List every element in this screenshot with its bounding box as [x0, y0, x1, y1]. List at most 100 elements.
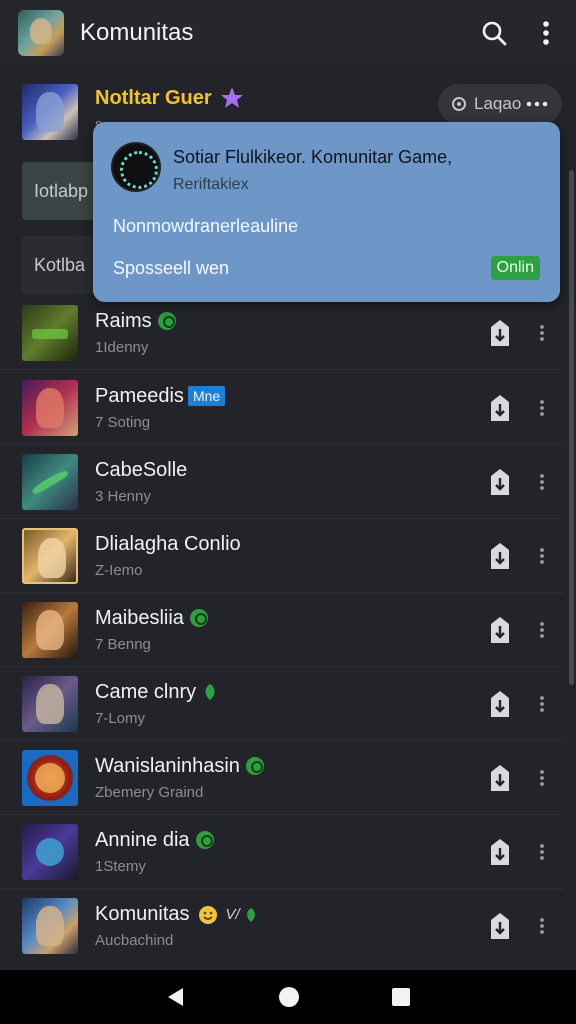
settings-icon [452, 97, 466, 111]
community-sub: 7-Lomy [95, 709, 146, 727]
online-status-badge: Onlin [490, 256, 540, 280]
search-icon [482, 21, 507, 45]
list-item[interactable]: Came clnry 7-Lomy [0, 667, 564, 741]
more-options-button[interactable] [528, 684, 556, 724]
community-thumbnail [22, 453, 78, 510]
join-button[interactable] [480, 684, 520, 724]
join-button[interactable] [480, 313, 520, 353]
community-popup-card[interactable]: Sotiar Flulkikeor. Komunitar Game, Rerif… [93, 122, 560, 302]
more-options-button[interactable] [528, 536, 556, 576]
join-button[interactable] [480, 462, 520, 502]
community-name: Komunitas [95, 903, 190, 925]
list-item[interactable]: Annine dia 1Stemy [0, 815, 564, 889]
page-title: Komunitas [80, 18, 194, 46]
community-name: Maibesliia [95, 606, 184, 629]
more-options-button[interactable] [528, 313, 556, 353]
community-sub: 7 Benng [95, 635, 151, 653]
list-item[interactable]: Pameedis Mne 7 Soting [0, 371, 564, 445]
join-button[interactable] [480, 536, 520, 576]
pill-label: Laqao [474, 94, 522, 113]
scrollbar[interactable] [569, 170, 574, 685]
more-vert-icon [540, 769, 544, 786]
list-item[interactable]: Komunitas V/Aucbachind [0, 889, 564, 963]
list-item[interactable]: Dlialagha Conlio Z-Iemo [0, 519, 564, 593]
verified-icon [189, 609, 208, 627]
verified-icon [157, 312, 176, 330]
bookmark-icon [491, 468, 509, 495]
popup-title: Sotiar Flulkikeor. Komunitar Game, [173, 147, 453, 167]
list-item[interactable]: Raims 1Idenny [0, 296, 564, 370]
community-sub: Aucbachind [95, 932, 174, 949]
community-thumbnail [22, 379, 78, 436]
more-vert-icon [540, 621, 544, 638]
community-thumbnail [22, 898, 78, 954]
verified-icon [245, 757, 264, 775]
join-button[interactable] [480, 758, 520, 798]
more-vert-icon [543, 20, 549, 45]
more-vert-icon [540, 695, 544, 712]
community-name: Notltar Guer [95, 86, 212, 109]
more-vert-icon [540, 918, 544, 934]
community-sub: 1Idenny [95, 338, 149, 356]
join-button[interactable] [480, 388, 520, 428]
community-name: Iotlabp [34, 180, 89, 201]
community-thumbnail [22, 527, 78, 584]
more-options-button[interactable] [528, 758, 556, 798]
home-icon[interactable] [278, 986, 300, 1008]
popup-footer: Sposseell wen [113, 258, 230, 278]
more-options-button[interactable] [528, 388, 556, 428]
list-item[interactable]: CabeSolle 3 Henny [0, 445, 564, 519]
bookmark-icon [491, 542, 509, 569]
community-thumbnail [22, 823, 78, 880]
more-options-button[interactable] [528, 906, 556, 946]
join-button[interactable] [480, 610, 520, 650]
verified-icon [195, 831, 214, 849]
community-thumbnail [22, 84, 78, 140]
community-thumbnail [22, 304, 78, 361]
tag-text: V/ [225, 906, 240, 923]
popup-description: Nonmowdranerleauline [113, 216, 299, 236]
avatar[interactable] [18, 9, 64, 56]
community-sub: Zbemery Graind [95, 783, 204, 801]
list-item[interactable]: Kotlba [22, 236, 102, 294]
community-logo [111, 142, 161, 192]
star-icon [220, 87, 243, 108]
search-button[interactable] [468, 7, 520, 59]
join-button[interactable] [480, 832, 520, 872]
recents-icon[interactable] [391, 987, 411, 1007]
community-sub: Z-Iemo [95, 561, 143, 579]
leaf-icon [246, 907, 255, 922]
community-name: Wanislaninhasin [95, 754, 240, 777]
more-vert-icon [540, 473, 544, 490]
list-item[interactable]: Wanislaninhasin Zbemery Graind [0, 741, 564, 815]
community-thumbnail [22, 749, 78, 806]
more-options-button[interactable] [528, 462, 556, 502]
more-horiz-icon [526, 101, 548, 107]
community-thumbnail [22, 675, 78, 732]
community-name: Raims [95, 309, 152, 332]
more-vert-icon [540, 324, 544, 341]
community-name: Dlialagha Conlio [95, 532, 241, 555]
popup-subtitle: Reriftakiex [173, 176, 249, 193]
bookmark-icon [491, 319, 509, 346]
back-icon[interactable] [165, 986, 187, 1008]
more-options-button[interactable] [528, 610, 556, 650]
community-name: Annine dia [95, 828, 190, 851]
more-options-button[interactable] [528, 832, 556, 872]
system-nav-bar [0, 970, 576, 1024]
more-vert-icon [540, 547, 544, 564]
status-pill[interactable]: Laqao [438, 84, 562, 124]
list-item[interactable]: Iotlabp [22, 162, 102, 220]
status-badge: Mne [187, 386, 226, 406]
leaf-icon [205, 684, 215, 700]
list-item[interactable]: Maibesliia 7 Benng [0, 593, 564, 667]
bookmark-icon [491, 616, 509, 643]
bookmark-icon [491, 764, 509, 791]
community-sub: 3 Henny [95, 487, 151, 505]
join-button[interactable] [480, 906, 520, 946]
bookmark-icon [491, 394, 509, 421]
community-name: Kotlba [34, 254, 86, 275]
overflow-menu-button[interactable] [520, 7, 572, 59]
bookmark-icon [491, 838, 509, 865]
bookmark-icon [491, 690, 509, 717]
